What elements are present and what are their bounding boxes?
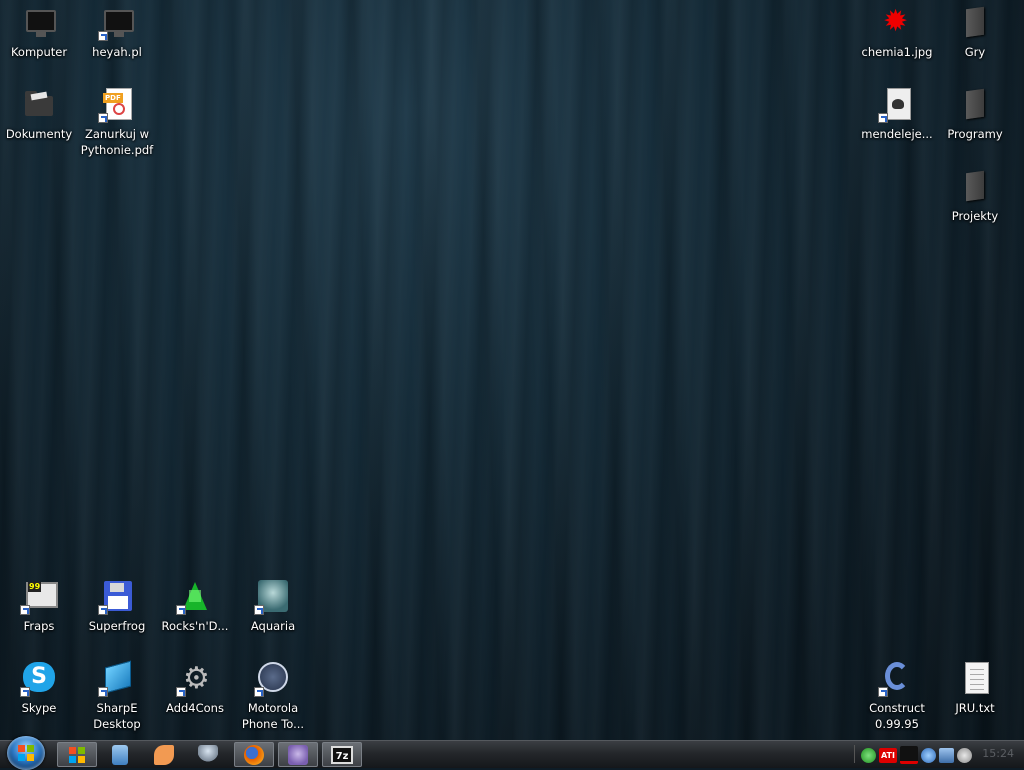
shortcut-arrow-icon bbox=[176, 605, 186, 615]
desktop-icon-label: JRU.txt bbox=[955, 701, 995, 715]
desktop-icon-label: Construct 0.99.95 bbox=[869, 701, 925, 731]
desktop-icon-label: Dokumenty bbox=[5, 127, 73, 141]
computer-icon bbox=[26, 10, 56, 37]
shortcut-arrow-icon bbox=[98, 687, 108, 697]
media-player-icon bbox=[154, 744, 174, 765]
desktop-icon-label: Zanurkuj w Pythonie.pdf bbox=[80, 127, 154, 157]
taskbar-button-explorer[interactable] bbox=[57, 742, 97, 767]
desktop-icon-heyah[interactable]: heyah.pl bbox=[78, 4, 156, 60]
shortcut-arrow-icon bbox=[878, 113, 888, 123]
desktop-icon-motorola-phone-tools[interactable]: Motorola Phone To... bbox=[234, 660, 312, 732]
desktop-icon-label: Superfrog bbox=[88, 619, 146, 633]
desktop-icon-chemia1[interactable]: ✹ chemia1.jpg bbox=[858, 4, 936, 60]
system-tray: ATI bbox=[861, 745, 972, 765]
image-file-icon: ✹ bbox=[883, 4, 909, 39]
notepad-icon bbox=[112, 744, 128, 765]
desktop-icon-aquaria[interactable]: Aquaria bbox=[234, 578, 312, 634]
start-button[interactable] bbox=[7, 736, 45, 770]
desktop-icon-label: Fraps bbox=[23, 619, 55, 633]
desktop-icon-label: SharpE Desktop bbox=[93, 701, 141, 731]
volume-icon[interactable] bbox=[957, 747, 972, 763]
desktop-icon-rocksndiamonds[interactable]: Rocks'n'D... bbox=[156, 578, 234, 634]
cube-icon bbox=[105, 660, 131, 694]
taskbar-button-7zip[interactable]: 7z bbox=[322, 742, 362, 767]
taskbar-clock[interactable]: 15:24 bbox=[982, 747, 1014, 760]
shortcut-arrow-icon bbox=[254, 605, 264, 615]
desktop-icon-komputer[interactable]: Komputer bbox=[0, 4, 78, 60]
desktop-icon-dokumenty[interactable]: Dokumenty bbox=[0, 86, 78, 142]
desktop-icon-label: Programy bbox=[947, 127, 1003, 141]
cpu-graph-icon[interactable] bbox=[900, 746, 918, 764]
desktop-icon-fraps[interactable]: 99 Fraps bbox=[0, 578, 78, 634]
windows-explorer-icon bbox=[67, 744, 87, 765]
green-status-icon[interactable] bbox=[861, 747, 876, 763]
network-shortcut-icon bbox=[104, 10, 134, 37]
taskbar-button-media-player[interactable] bbox=[144, 742, 184, 767]
floppy-disk-icon bbox=[104, 581, 132, 611]
shortcut-arrow-icon bbox=[20, 605, 30, 615]
taskbar-button-network[interactable] bbox=[188, 742, 228, 767]
desktop-icon-label: Add4Cons bbox=[166, 701, 224, 715]
taskbar-button-notepad[interactable] bbox=[100, 742, 140, 767]
shortcut-arrow-icon bbox=[98, 113, 108, 123]
desktop-icon-projekty[interactable]: Projekty bbox=[936, 168, 1014, 224]
desktop-icon-label: Rocks'n'D... bbox=[161, 619, 229, 633]
firefox-icon bbox=[244, 744, 264, 765]
network-icon bbox=[198, 744, 218, 765]
desktop-icon-label: mendeleje... bbox=[861, 127, 933, 141]
desktop-icon-programy[interactable]: Programy bbox=[936, 86, 1014, 142]
desktop-icon-add4cons[interactable]: ⚙ Add4Cons bbox=[156, 660, 234, 716]
taskbar-button-pidgin[interactable] bbox=[278, 742, 318, 767]
documents-folder-icon bbox=[25, 91, 53, 116]
taskbar: 7z ATI 15:24 bbox=[0, 736, 1024, 770]
shortcut-arrow-icon bbox=[176, 687, 186, 697]
desktop-icon-label: heyah.pl bbox=[92, 45, 142, 59]
desktop-icon-zanurkuj-pdf[interactable]: PDF Zanurkuj w Pythonie.pdf bbox=[78, 86, 156, 158]
7zip-icon: 7z bbox=[331, 745, 353, 764]
folder-icon bbox=[966, 6, 984, 38]
desktop-icon-gry[interactable]: Gry bbox=[936, 4, 1014, 60]
shortcut-arrow-icon bbox=[878, 687, 888, 697]
shortcut-arrow-icon bbox=[98, 31, 108, 41]
desktop-icon-superfrog[interactable]: Superfrog bbox=[78, 578, 156, 634]
fraps-icon: 99 bbox=[26, 582, 58, 608]
desktop-icon-mendelejew[interactable]: mendeleje... bbox=[858, 86, 936, 142]
construct-icon bbox=[885, 662, 909, 690]
desktop-icon-sharpe-desktop[interactable]: SharpE Desktop bbox=[78, 660, 156, 732]
folder-icon bbox=[966, 170, 984, 202]
power-icon[interactable] bbox=[921, 747, 936, 763]
desktop-icon-label: Projekty bbox=[951, 209, 999, 223]
desktop-icon-label: Motorola Phone To... bbox=[241, 701, 305, 731]
taskbar-button-firefox[interactable] bbox=[234, 742, 274, 767]
desktop-icon-label: Gry bbox=[964, 45, 986, 59]
desktop-icon-jru-txt[interactable]: JRU.txt bbox=[936, 660, 1014, 716]
gimp-file-icon bbox=[887, 88, 911, 120]
desktop-icon-skype[interactable]: S Skype bbox=[0, 660, 78, 716]
folder-icon bbox=[966, 88, 984, 120]
desktop-icon-construct[interactable]: Construct 0.99.95 bbox=[858, 660, 936, 732]
pdf-file-icon: PDF bbox=[103, 88, 132, 120]
ati-icon[interactable]: ATI bbox=[879, 747, 897, 763]
desktop-icon-label: Komputer bbox=[10, 45, 68, 59]
desktop-icon-label: Skype bbox=[21, 701, 57, 715]
shortcut-arrow-icon bbox=[254, 687, 264, 697]
desktop-icon-label: Aquaria bbox=[250, 619, 296, 633]
network-monitor-icon[interactable] bbox=[939, 747, 954, 763]
shortcut-arrow-icon bbox=[20, 687, 30, 697]
desktop-icon-label: chemia1.jpg bbox=[861, 45, 933, 59]
text-file-icon bbox=[965, 662, 989, 694]
pidgin-icon bbox=[288, 744, 308, 765]
green-gem-icon bbox=[183, 582, 207, 610]
shortcut-arrow-icon bbox=[98, 605, 108, 615]
gear-icon: ⚙ bbox=[183, 661, 210, 696]
